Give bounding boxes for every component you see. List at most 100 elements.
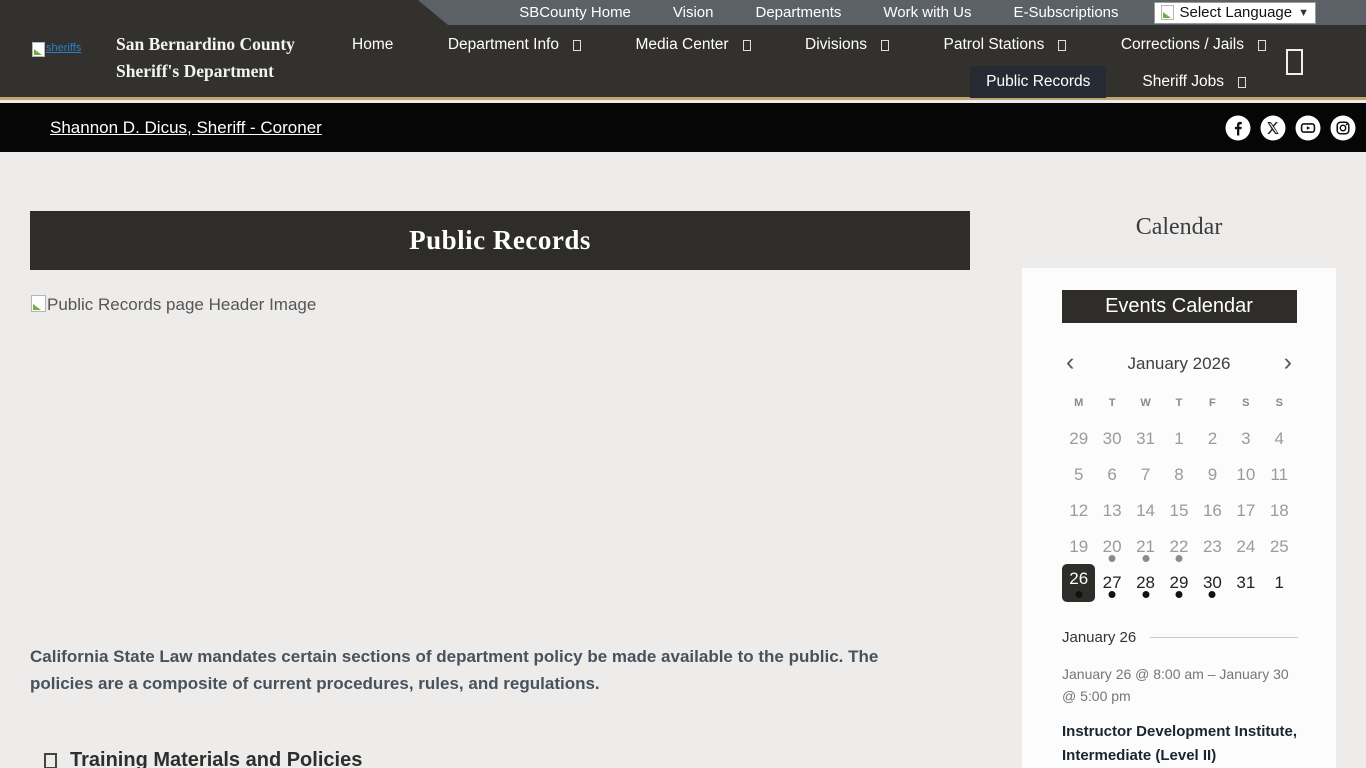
nav-item-divisions[interactable]: Divisions	[801, 29, 893, 61]
calendar-day-30[interactable]: 30	[1196, 565, 1229, 601]
event-item-0: January 26 @ 8:00 am – January 30 @ 5:00…	[1062, 663, 1298, 768]
day-number: 26	[1069, 569, 1088, 589]
calendar-day-9[interactable]: 9	[1196, 457, 1229, 493]
calendar-day-15[interactable]: 15	[1162, 493, 1195, 529]
x-twitter-icon[interactable]	[1260, 115, 1286, 141]
sheriff-coroner-link[interactable]: Shannon D. Dicus, Sheriff - Coroner	[50, 118, 322, 138]
calendar-day-27[interactable]: 27	[1095, 565, 1128, 601]
calendar-day-29[interactable]: 29	[1162, 565, 1195, 601]
day-number: 25	[1270, 537, 1289, 557]
nav-item-public-records[interactable]: Public Records	[970, 66, 1106, 98]
calendar-day-31[interactable]: 31	[1229, 565, 1262, 601]
calendar-day-1[interactable]: 1	[1263, 565, 1296, 601]
dropdown-caret-icon	[1058, 40, 1066, 51]
day-number: 23	[1203, 537, 1222, 557]
event-dot	[1109, 555, 1116, 562]
nav-item-department-info[interactable]: Department Info	[444, 29, 585, 61]
day-number: 15	[1170, 501, 1189, 521]
day-number: 19	[1069, 537, 1088, 557]
calendar-day-2[interactable]: 2	[1196, 421, 1229, 457]
nav-item-label: Patrol Stations	[944, 36, 1045, 54]
day-number: 6	[1107, 465, 1116, 485]
broken-image-icon	[31, 295, 46, 312]
calendar-day-18[interactable]: 18	[1263, 493, 1296, 529]
calendar-day-30[interactable]: 30	[1095, 421, 1128, 457]
weekday-label-3: T	[1162, 397, 1195, 409]
calendar-day-21[interactable]: 21	[1129, 529, 1162, 565]
calendar-day-23[interactable]: 23	[1196, 529, 1229, 565]
event-dot	[1109, 591, 1116, 598]
youtube-icon[interactable]	[1295, 115, 1321, 141]
calendar-day-24[interactable]: 24	[1229, 529, 1262, 565]
content-area: Public Records Public Records page Heade…	[0, 152, 1366, 768]
utility-link-work-with-us[interactable]: Work with Us	[862, 4, 992, 21]
calendar-day-25[interactable]: 25	[1263, 529, 1296, 565]
calendar-day-10[interactable]: 10	[1229, 457, 1262, 493]
day-number: 8	[1174, 465, 1183, 485]
utility-link-sbcounty-home[interactable]: SBCounty Home	[498, 4, 652, 21]
day-number: 11	[1270, 465, 1288, 485]
day-number: 27	[1103, 573, 1122, 593]
day-number: 18	[1270, 501, 1289, 521]
calendar-day-12[interactable]: 12	[1062, 493, 1095, 529]
calendar-day-7[interactable]: 7	[1129, 457, 1162, 493]
calendar-day-4[interactable]: 4	[1263, 421, 1296, 457]
calendar-day-1[interactable]: 1	[1162, 421, 1195, 457]
search-icon[interactable]	[1286, 49, 1303, 75]
sidebar-title: Calendar	[1022, 214, 1336, 241]
calendar-day-19[interactable]: 19	[1062, 529, 1095, 565]
day-number: 17	[1236, 501, 1255, 521]
header-image-alt-text: Public Records page Header Image	[47, 295, 316, 315]
event-dot	[1209, 591, 1216, 598]
previous-month-button[interactable]: ‹	[1066, 349, 1074, 375]
utility-link-e-subscriptions[interactable]: E-Subscriptions	[992, 4, 1139, 21]
sheriff-logo-broken-image[interactable]: sheriffs	[32, 42, 112, 57]
calendar-day-20[interactable]: 20	[1095, 529, 1128, 565]
weekday-header-row: MTWTFSS	[1062, 397, 1296, 409]
day-number: 30	[1203, 573, 1222, 593]
nav-item-sheriff-jobs[interactable]: Sheriff Jobs	[1138, 66, 1250, 98]
day-number: 31	[1236, 573, 1255, 593]
day-number: 24	[1236, 537, 1255, 557]
calendar-day-29[interactable]: 29	[1062, 421, 1095, 457]
events-list-section: January 26 January 26 @ 8:00 am – Januar…	[1062, 629, 1298, 768]
sheriff-banner: Shannon D. Dicus, Sheriff - Coroner	[0, 103, 1366, 152]
calendar-day-5[interactable]: 5	[1062, 457, 1095, 493]
broken-image-icon	[1161, 5, 1174, 20]
dropdown-caret-icon	[1238, 77, 1246, 88]
event-title[interactable]: Instructor Development Institute, Interm…	[1062, 720, 1298, 768]
event-dot	[1175, 591, 1182, 598]
day-number: 21	[1136, 537, 1155, 557]
nav-item-label: Media Center	[635, 36, 728, 54]
next-month-button[interactable]: ›	[1284, 349, 1292, 375]
logo-alt-text: sheriffs	[46, 42, 81, 54]
utility-link-vision[interactable]: Vision	[652, 4, 735, 21]
calendar-day-26-selected[interactable]: 26	[1062, 564, 1095, 602]
language-selector[interactable]: Select Language ▼	[1154, 2, 1317, 24]
training-materials-heading: Training Materials and Policies	[44, 749, 362, 768]
calendar-day-31[interactable]: 31	[1129, 421, 1162, 457]
calendar-day-16[interactable]: 16	[1196, 493, 1229, 529]
main-nav-row2: Public Records Sheriff Jobs	[970, 66, 1250, 98]
instagram-icon[interactable]	[1330, 115, 1356, 141]
weekday-label-4: F	[1196, 397, 1229, 409]
site-title-line1: San Bernardino County	[116, 31, 295, 58]
nav-item-home[interactable]: Home	[348, 29, 397, 61]
nav-item-corrections-jails[interactable]: Corrections / Jails	[1117, 29, 1270, 61]
nav-item-media-center[interactable]: Media Center	[631, 29, 754, 61]
calendar-day-22[interactable]: 22	[1162, 529, 1195, 565]
calendar-day-11[interactable]: 11	[1263, 457, 1296, 493]
calendar-day-13[interactable]: 13	[1095, 493, 1128, 529]
calendar-day-17[interactable]: 17	[1229, 493, 1262, 529]
calendar-day-6[interactable]: 6	[1095, 457, 1128, 493]
calendar-day-14[interactable]: 14	[1129, 493, 1162, 529]
utility-link-departments[interactable]: Departments	[735, 4, 863, 21]
nav-item-patrol-stations[interactable]: Patrol Stations	[940, 29, 1071, 61]
facebook-icon[interactable]	[1225, 115, 1251, 141]
nav-item-label: Home	[352, 36, 393, 54]
site-title: San Bernardino County Sheriff's Departme…	[116, 31, 295, 85]
calendar-day-3[interactable]: 3	[1229, 421, 1262, 457]
calendar-day-28[interactable]: 28	[1129, 565, 1162, 601]
calendar-day-8[interactable]: 8	[1162, 457, 1195, 493]
events-list: January 26 @ 8:00 am – January 30 @ 5:00…	[1062, 663, 1298, 768]
